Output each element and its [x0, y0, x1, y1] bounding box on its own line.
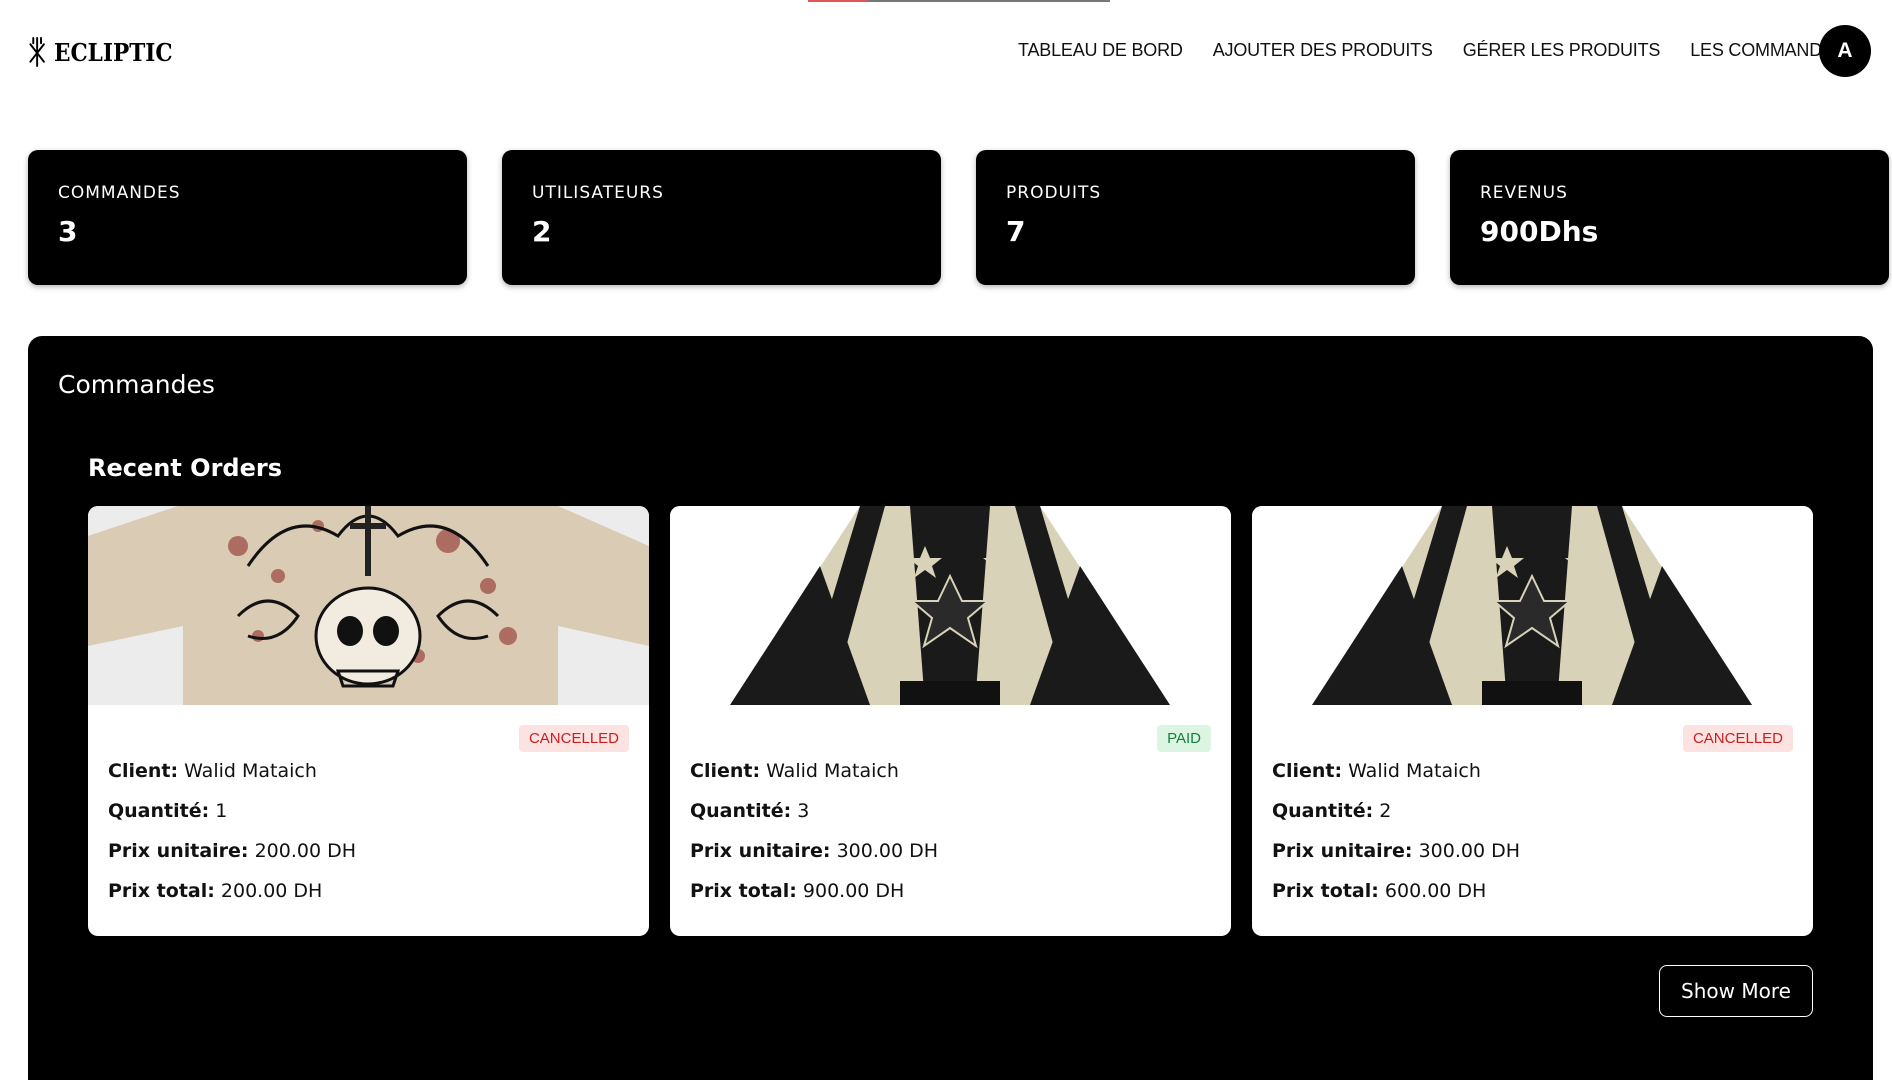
user-avatar[interactable]: A — [1819, 25, 1871, 77]
order-client: Client: Walid Mataich — [1272, 760, 1481, 782]
quantity-value: 1 — [215, 800, 228, 822]
order-unit-price: Prix unitaire: 300.00 DH — [690, 840, 938, 862]
stat-value: 900Dhs — [1480, 215, 1599, 248]
stat-label: COMMANDES — [58, 183, 181, 203]
quantity-value: 3 — [797, 800, 810, 822]
unit-price-value: 300.00 DH — [836, 840, 939, 862]
order-card[interactable]: CANCELLED Client: Walid Mataich Quantité… — [88, 506, 649, 936]
order-card[interactable]: CANCELLED Client: Walid Mataich Quantité… — [1252, 506, 1813, 936]
order-details: CANCELLED Client: Walid Mataich Quantité… — [1252, 705, 1813, 936]
stat-value: 7 — [1006, 215, 1026, 248]
order-client: Client: Walid Mataich — [108, 760, 317, 782]
product-image-star-hoodie — [670, 506, 1231, 705]
total-price-value: 200.00 DH — [220, 880, 323, 902]
order-unit-price: Prix unitaire: 300.00 DH — [1272, 840, 1520, 862]
unit-price-label: Prix unitaire: — [690, 840, 831, 862]
nav-gerer-produits[interactable]: GÉRER LES PRODUITS — [1463, 40, 1661, 61]
status-badge: CANCELLED — [518, 725, 629, 752]
brand-sigil-icon — [29, 36, 45, 68]
total-price-value: 900.00 DH — [802, 880, 905, 902]
nav-ajouter-produits[interactable]: AJOUTER DES PRODUITS — [1213, 40, 1433, 61]
star-hoodie-image — [1252, 506, 1813, 705]
order-unit-price: Prix unitaire: 200.00 DH — [108, 840, 356, 862]
star-hoodie-image — [670, 506, 1231, 705]
order-details: PAID Client: Walid Mataich Quantité: 3 P… — [670, 705, 1231, 936]
client-value: Walid Mataich — [766, 760, 899, 782]
total-price-label: Prix total: — [690, 880, 797, 902]
skull-tshirt-image — [88, 506, 649, 705]
brand-logo[interactable]: ECLIPTIC — [26, 18, 186, 86]
recent-orders-title: Recent Orders — [88, 454, 282, 482]
quantity-value: 2 — [1379, 800, 1392, 822]
quantity-label: Quantité: — [1272, 800, 1374, 822]
order-total-price: Prix total: 900.00 DH — [690, 880, 904, 902]
order-details: CANCELLED Client: Walid Mataich Quantité… — [88, 705, 649, 936]
order-total-price: Prix total: 600.00 DH — [1272, 880, 1486, 902]
order-quantity: Quantité: 2 — [1272, 800, 1391, 822]
total-price-label: Prix total: — [1272, 880, 1379, 902]
nav-tableau-de-bord[interactable]: TABLEAU DE BORD — [1018, 40, 1183, 61]
stat-card-revenus: REVENUS 900Dhs — [1450, 150, 1889, 285]
client-label: Client: — [108, 760, 179, 782]
order-quantity: Quantité: 3 — [690, 800, 809, 822]
status-badge: CANCELLED — [1682, 725, 1793, 752]
total-price-label: Prix total: — [108, 880, 215, 902]
stat-label: PRODUITS — [1006, 183, 1102, 203]
unit-price-value: 200.00 DH — [254, 840, 357, 862]
recent-orders-list: CANCELLED Client: Walid Mataich Quantité… — [88, 506, 1863, 936]
panel-title: Commandes — [58, 370, 215, 399]
show-more-button[interactable]: Show More — [1659, 965, 1813, 1017]
client-label: Client: — [1272, 760, 1343, 782]
total-price-value: 600.00 DH — [1384, 880, 1487, 902]
unit-price-label: Prix unitaire: — [1272, 840, 1413, 862]
stat-card-commandes: COMMANDES 3 — [28, 150, 467, 285]
top-header: ECLIPTIC TABLEAU DE BORD AJOUTER DES PRO… — [0, 0, 1892, 103]
stat-label: UTILISATEURS — [532, 183, 664, 203]
quantity-label: Quantité: — [690, 800, 792, 822]
brand-name: ECLIPTIC — [54, 37, 173, 67]
stats-row: COMMANDES 3 UTILISATEURS 2 PRODUITS 7 RE… — [28, 150, 1889, 285]
stat-value: 3 — [58, 215, 78, 248]
order-total-price: Prix total: 200.00 DH — [108, 880, 322, 902]
stat-label: REVENUS — [1480, 183, 1568, 203]
client-label: Client: — [690, 760, 761, 782]
product-image-star-hoodie — [1252, 506, 1813, 705]
stat-card-utilisateurs: UTILISATEURS 2 — [502, 150, 941, 285]
order-card[interactable]: PAID Client: Walid Mataich Quantité: 3 P… — [670, 506, 1231, 936]
order-quantity: Quantité: 1 — [108, 800, 227, 822]
unit-price-label: Prix unitaire: — [108, 840, 249, 862]
stat-value: 2 — [532, 215, 552, 248]
unit-price-value: 300.00 DH — [1418, 840, 1521, 862]
commandes-panel: Commandes Recent Orders CANCELLED Client… — [28, 336, 1873, 1080]
quantity-label: Quantité: — [108, 800, 210, 822]
client-value: Walid Mataich — [184, 760, 317, 782]
main-nav: TABLEAU DE BORD AJOUTER DES PRODUITS GÉR… — [1018, 40, 1876, 61]
product-image-skull-tshirt — [88, 506, 649, 705]
client-value: Walid Mataich — [1348, 760, 1481, 782]
order-client: Client: Walid Mataich — [690, 760, 899, 782]
status-badge: PAID — [1157, 725, 1211, 752]
stat-card-produits: PRODUITS 7 — [976, 150, 1415, 285]
